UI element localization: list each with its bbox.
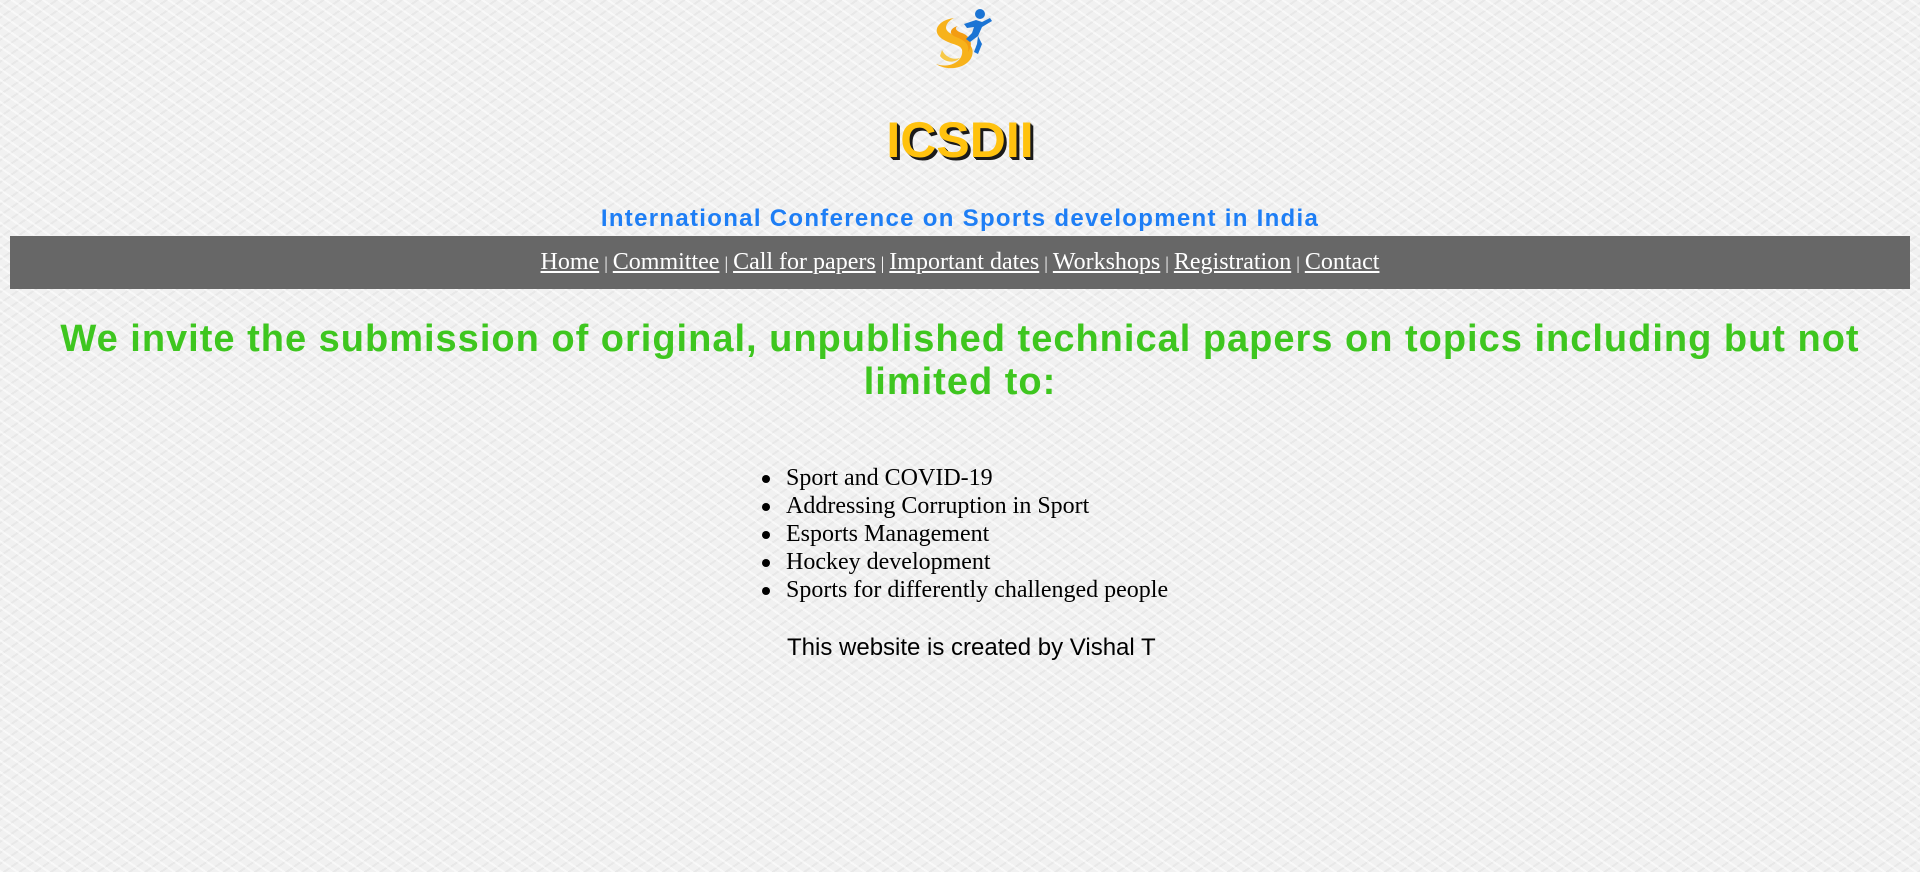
- nav-link-registration[interactable]: Registration: [1174, 249, 1291, 275]
- topic-label: Sport and COVID-19: [786, 465, 993, 491]
- topic-item: Esports Management: [762, 520, 1168, 548]
- topic-item: Hockey development: [762, 548, 1168, 576]
- topic-item: Addressing Corruption in Sport: [762, 492, 1168, 520]
- bullet-icon: [762, 587, 770, 595]
- nav-separator: |: [880, 253, 885, 273]
- nav-link-home[interactable]: Home: [541, 249, 600, 275]
- topic-label: Sports for differently challenged people: [786, 577, 1169, 603]
- site-subtitle: International Conference on Sports devel…: [564, 204, 1356, 237]
- topics-list: Sport and COVID-19 Addressing Corruption…: [762, 464, 1169, 604]
- bullet-icon: [762, 503, 770, 511]
- bullet-icon: [762, 475, 770, 483]
- nav-separator: |: [1296, 253, 1300, 273]
- topic-item: Sport and COVID-19: [762, 464, 1168, 492]
- nav-link-important-dates[interactable]: Important dates: [889, 249, 1039, 275]
- nav-link-contact[interactable]: Contact: [1305, 249, 1380, 275]
- nav-link-workshops[interactable]: Workshops: [1053, 249, 1160, 275]
- footer-credit: This website is created by Vishal T: [787, 634, 1156, 661]
- bullet-icon: [762, 559, 770, 567]
- topic-item: Sports for differently challenged people: [762, 576, 1169, 604]
- bullet-icon: [762, 531, 770, 539]
- nav-separator: |: [724, 253, 729, 273]
- nav-separator: |: [604, 253, 608, 273]
- topic-label: Hockey development: [786, 549, 991, 575]
- topic-label: Esports Management: [786, 521, 990, 547]
- site-title: ICSDII: [886, 112, 1034, 168]
- main-navbar: Home | Committee | Call for papers | Important…: [10, 236, 1910, 289]
- topic-label: Addressing Corruption in Sport: [786, 493, 1090, 519]
- subtitle-container: International Conference on Sports devel…: [0, 204, 1920, 237]
- nav-separator: |: [1165, 253, 1169, 273]
- call-for-papers-headline: We invite the submission of original, un…: [60, 318, 1860, 403]
- conference-logo-icon: [936, 9, 992, 69]
- nav-separator: |: [1044, 253, 1048, 273]
- nav-link-call-for-papers[interactable]: Call for papers: [733, 249, 876, 275]
- nav-link-committee[interactable]: Committee: [613, 249, 720, 275]
